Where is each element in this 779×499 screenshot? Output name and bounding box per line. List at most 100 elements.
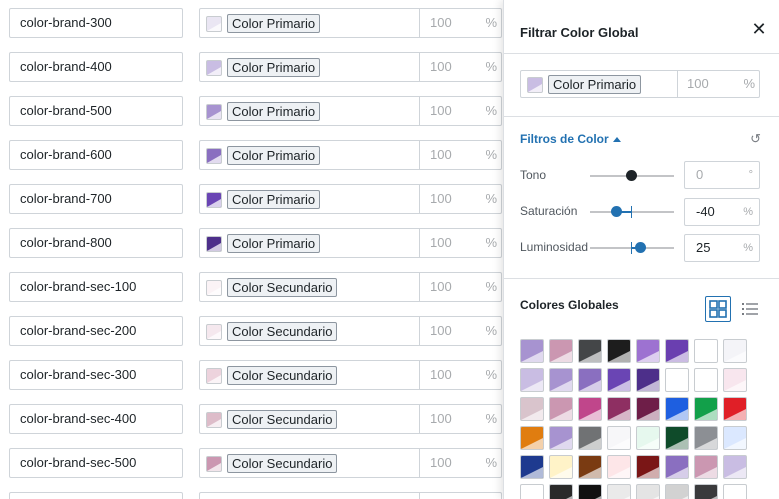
grid-view-icon[interactable] [705,296,731,322]
global-color-swatch[interactable] [723,484,747,499]
global-color-swatch[interactable] [636,397,660,421]
global-color-swatch[interactable] [520,397,544,421]
global-color-swatch[interactable] [520,368,544,392]
opacity-value[interactable]: 100 [430,361,452,389]
global-color-swatch[interactable] [694,368,718,392]
global-color-swatch[interactable] [607,426,631,450]
opacity-value[interactable]: 100 [430,405,452,433]
hue-slider-handle[interactable] [626,170,637,181]
opacity-value[interactable]: 100 [430,273,452,301]
list-view-icon[interactable] [737,296,763,322]
color-value-field[interactable]: Color Secundario 100% [199,272,502,302]
variable-name-input[interactable]: color-brand-700 [9,184,183,214]
saturation-slider-handle[interactable] [611,206,622,217]
global-color-swatch[interactable] [665,426,689,450]
global-color-swatch[interactable] [549,368,573,392]
saturation-input[interactable]: -40% [684,198,760,226]
hue-input[interactable]: 0 ° [684,161,760,189]
global-color-swatch[interactable] [694,397,718,421]
opacity-value[interactable]: 100 [430,185,452,213]
global-color-swatch[interactable] [549,484,573,499]
global-color-swatch[interactable] [636,368,660,392]
saturation-slider[interactable] [590,206,674,218]
color-swatch[interactable] [206,192,222,208]
color-value-field[interactable]: Color Primario 100% [199,52,502,82]
color-swatch[interactable] [206,456,222,472]
color-swatch[interactable] [206,104,222,120]
global-color-swatch[interactable] [607,455,631,479]
global-color-swatch[interactable] [607,368,631,392]
variable-name-input[interactable]: color-brand-600 [9,140,183,170]
global-color-swatch[interactable] [665,339,689,363]
global-color-swatch[interactable] [607,484,631,499]
global-color-swatch[interactable] [578,484,602,499]
color-value-field[interactable]: Color Secundario 100% [199,316,502,346]
global-color-swatch[interactable] [636,426,660,450]
global-color-swatch[interactable] [723,368,747,392]
global-color-swatch[interactable] [520,455,544,479]
variable-name-input[interactable]: color-brand-sec-500 [9,448,183,478]
variable-name-input[interactable]: color-brand-sec-200 [9,316,183,346]
opacity-value[interactable]: 100 [430,317,452,345]
opacity-value[interactable]: 100 [430,141,452,169]
color-value-field[interactable]: Color Secundario 100% [199,360,502,390]
variable-name-input[interactable]: color-brand-800 [9,228,183,258]
opacity-value[interactable]: 100 [430,97,452,125]
color-swatch[interactable] [206,148,222,164]
color-swatch[interactable] [206,60,222,76]
global-color-swatch[interactable] [520,339,544,363]
global-color-swatch[interactable] [549,426,573,450]
global-color-swatch[interactable] [578,426,602,450]
reset-icon[interactable]: ↺ [750,131,761,147]
global-color-swatch[interactable] [694,426,718,450]
variable-name-input[interactable]: color-brand-sec-400 [9,404,183,434]
global-color-swatch[interactable] [607,339,631,363]
luminosity-slider-handle[interactable] [635,242,646,253]
global-color-swatch[interactable] [636,339,660,363]
global-color-swatch[interactable] [607,397,631,421]
opacity-value[interactable]: 100 [430,449,452,477]
global-color-swatch[interactable] [520,426,544,450]
color-value-field[interactable]: Color Primario 100% [199,228,502,258]
opacity-value[interactable]: 100 [687,71,709,97]
global-color-swatch[interactable] [694,455,718,479]
global-color-swatch[interactable] [549,397,573,421]
global-color-swatch[interactable] [636,484,660,499]
global-color-swatch[interactable] [578,397,602,421]
color-swatch[interactable] [206,412,222,428]
global-color-swatch[interactable] [723,339,747,363]
opacity-value[interactable]: 100 [430,9,452,37]
opacity-value[interactable]: 100 [430,229,452,257]
variable-name-input[interactable]: color-brand-sec-300 [9,360,183,390]
filters-toggle[interactable]: Filtros de Color [520,132,621,146]
close-icon[interactable]: ✕ [750,20,768,38]
color-value-field[interactable]: Color Primario 100% [199,184,502,214]
variable-name-input[interactable]: color-brand-300 [9,8,183,38]
color-swatch[interactable] [206,280,222,296]
variable-name-input[interactable] [9,492,183,499]
luminosity-slider[interactable] [590,242,674,254]
variable-name-input[interactable]: color-brand-500 [9,96,183,126]
color-swatch[interactable] [206,16,222,32]
variable-name-input[interactable]: color-brand-400 [9,52,183,82]
hue-slider[interactable] [590,170,674,181]
global-color-swatch[interactable] [694,339,718,363]
selected-global-color[interactable]: Color Primario 100 % [520,70,760,98]
color-value-field[interactable]: Color Secundario 100% [199,404,502,434]
global-color-swatch[interactable] [549,455,573,479]
opacity-value[interactable]: 100 [430,53,452,81]
global-color-swatch[interactable] [636,455,660,479]
color-value-field[interactable] [199,492,502,499]
global-color-swatch[interactable] [665,455,689,479]
color-value-field[interactable]: Color Primario 100% [199,140,502,170]
global-color-swatch[interactable] [723,426,747,450]
color-swatch[interactable] [206,324,222,340]
global-color-swatch[interactable] [578,339,602,363]
color-value-field[interactable]: Color Secundario 100% [199,448,502,478]
global-color-swatch[interactable] [578,368,602,392]
variable-name-input[interactable]: color-brand-sec-100 [9,272,183,302]
color-swatch[interactable] [206,368,222,384]
global-color-swatch[interactable] [549,339,573,363]
global-color-swatch[interactable] [665,397,689,421]
color-value-field[interactable]: Color Primario 100% [199,96,502,126]
